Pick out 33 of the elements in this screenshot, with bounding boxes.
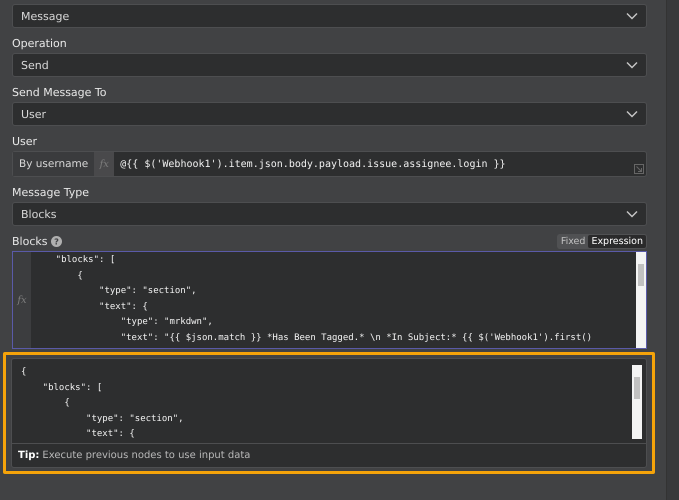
code-line: "blocks": [ (42, 382, 104, 394)
mode-tab[interactable]: Expression (588, 234, 646, 248)
fx-label: fx (17, 294, 27, 306)
scrollbar[interactable] (632, 365, 642, 439)
code-line: "text": { (85, 428, 136, 441)
field-label: User (12, 134, 38, 148)
code-line: { (76, 270, 84, 282)
tip-text: Execute previous nodes to use input data (42, 450, 250, 461)
expression-editor[interactable]: fx "blocks": [ { "type": "section", "text": { "type": "mrkdwn", "text": "{{ $json.match }} *Has Been Tagged.* \n *In Subject:* {{ $('Webhook1').first() (12, 251, 648, 349)
code-line: "type": "section", (98, 285, 198, 298)
code-line: "type": "mrkdwn", (120, 316, 214, 329)
code-line: { (63, 397, 71, 410)
scrollbar[interactable] (636, 252, 646, 348)
dropdown[interactable]: Send (12, 53, 648, 77)
code-line: "text": "{{ $json.match }} *Has Been Tagged.* \n *In Subject:* {{ $('Webhook1').first() (120, 332, 594, 344)
chevron-down-icon (626, 61, 638, 69)
dropdown[interactable]: Message (12, 4, 648, 28)
code-line: "text": { (98, 300, 149, 314)
field-label: Operation (12, 36, 67, 50)
code-line: "blocks": [ (54, 254, 116, 267)
tip-label: Tip: (18, 450, 40, 461)
help-icon[interactable]: ? (51, 236, 62, 246)
chevron-down-icon (626, 110, 638, 118)
mode-tab[interactable]: Fixed (558, 234, 588, 248)
code-line: { (20, 366, 28, 379)
dropdown[interactable]: User (12, 102, 648, 126)
field-label: Blocks (12, 234, 48, 248)
field-label: Message Type (12, 186, 89, 198)
field-label: Send Message To (12, 86, 106, 98)
chevron-down-icon (626, 12, 638, 20)
dropdown[interactable]: Blocks (12, 202, 648, 226)
chevron-down-icon (626, 210, 638, 218)
code-line: "type": "section", (85, 412, 185, 426)
